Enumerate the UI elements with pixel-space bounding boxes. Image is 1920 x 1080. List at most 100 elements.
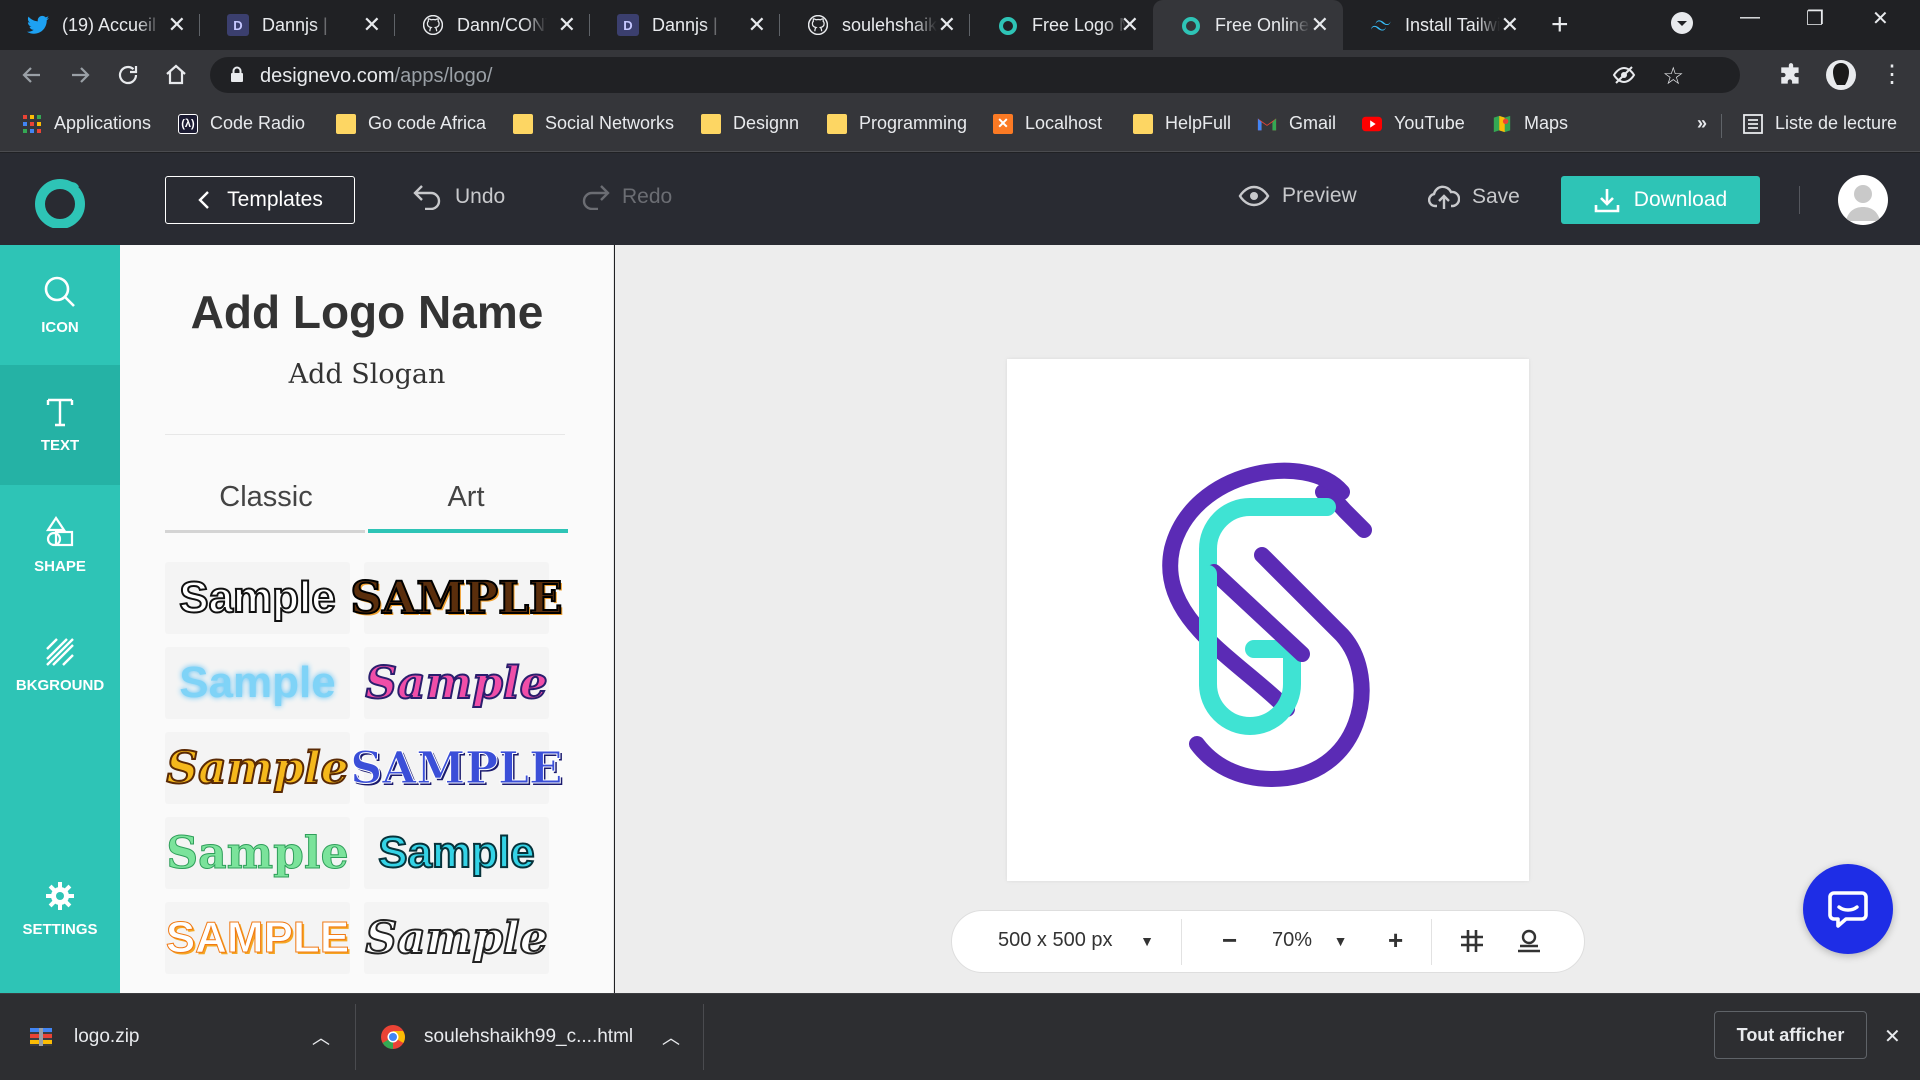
bookmark-item[interactable]: Go code Africa — [336, 113, 486, 134]
bookmark-item[interactable]: Gmail — [1257, 113, 1336, 134]
grid-icon — [1461, 930, 1483, 952]
bookmark-item[interactable]: Applications — [22, 113, 151, 134]
text-style-sample[interactable]: Sample — [165, 562, 350, 634]
bookmark-label: Localhost — [1025, 113, 1103, 133]
browser-tab[interactable]: Dann/CONTRIBUTING ✕ — [395, 0, 590, 50]
new-tab-icon[interactable]: + — [1551, 10, 1569, 40]
add-slogan-button[interactable]: Add Slogan — [120, 359, 614, 390]
browser-tab-active[interactable]: Free Online ✕ — [1153, 0, 1343, 50]
eye-off-icon[interactable] — [1612, 63, 1636, 92]
forward-icon[interactable] — [68, 63, 92, 92]
browser-tab[interactable]: (19) Accueil ✕ — [0, 0, 200, 50]
tab-title: Free Logo Maker — [1032, 14, 1127, 35]
bookmark-item[interactable]: Social Networks — [513, 113, 674, 134]
sidebar-item-icon[interactable]: ICON — [0, 245, 120, 365]
gmail-icon — [1257, 114, 1277, 134]
close-tab-icon[interactable]: ✕ — [1501, 14, 1519, 36]
browser-tab[interactable]: soulehshaikh ✕ — [780, 0, 970, 50]
text-style-sample[interactable]: Sample — [165, 732, 350, 804]
zoom-in-button[interactable]: + — [1388, 925, 1403, 956]
text-style-sample[interactable]: SAMPLE — [349, 562, 564, 634]
folder-icon — [701, 113, 721, 134]
download-button[interactable]: Download — [1561, 176, 1760, 224]
download-item[interactable]: soulehshaikh99_c....html ︿ — [380, 994, 680, 1080]
redo-button[interactable]: Redo — [580, 184, 672, 210]
minimize-icon[interactable]: — — [1740, 6, 1760, 29]
sidebar-item-text[interactable]: TEXT — [0, 365, 120, 485]
address-bar[interactable]: designevo.com/apps/logo/ ☆ — [210, 57, 1740, 93]
bookmark-item[interactable]: Designn — [701, 113, 799, 134]
chat-support-button[interactable] — [1803, 864, 1893, 954]
close-tab-icon[interactable]: ✕ — [1311, 14, 1329, 36]
bookmarks-overflow-button[interactable]: » — [1697, 113, 1707, 134]
canvas-area: 500 x 500 px ▼ − 70% ▼ + — [615, 245, 1920, 993]
zoom-select[interactable]: 70% ▼ — [1272, 929, 1347, 952]
close-tab-icon[interactable]: ✕ — [1121, 14, 1139, 36]
download-item[interactable]: logo.zip ︿ — [28, 994, 330, 1080]
tab-art[interactable]: Art — [366, 481, 566, 514]
close-tab-icon[interactable]: ✕ — [363, 14, 381, 36]
browser-tab[interactable]: D Dannjs | New ✕ — [200, 0, 395, 50]
bookmark-item[interactable]: Programming — [827, 113, 967, 134]
chevron-left-icon — [198, 191, 209, 209]
download-label: Download — [1633, 188, 1728, 211]
text-style-sample[interactable]: SAMPLE — [350, 732, 563, 804]
bookmark-label: YouTube — [1394, 113, 1465, 133]
templates-button[interactable]: Templates — [165, 176, 355, 224]
sidebar-item-label: SHAPE — [34, 557, 86, 575]
close-tab-icon[interactable]: ✕ — [938, 14, 956, 36]
sidebar-item-settings[interactable]: SETTINGS — [0, 849, 120, 969]
logo-graphic[interactable] — [1007, 359, 1529, 881]
bookmark-item[interactable]: Maps — [1492, 113, 1568, 134]
close-tab-icon[interactable]: ✕ — [558, 14, 576, 36]
browser-tab[interactable]: Install Tailwind ✕ — [1343, 0, 1533, 50]
text-style-sample[interactable]: Sample — [165, 647, 350, 719]
bookmark-item[interactable]: HelpFull — [1133, 113, 1231, 134]
text-style-sample[interactable]: SAMPLE — [165, 902, 350, 974]
tab-classic[interactable]: Classic — [166, 481, 366, 514]
restore-icon[interactable]: ❐ — [1806, 6, 1824, 31]
close-tab-icon[interactable]: ✕ — [168, 14, 186, 36]
lock-icon[interactable] — [230, 66, 244, 82]
undo-button[interactable]: Undo — [413, 184, 505, 210]
browser-tab[interactable]: D Dannjs | New ✕ — [590, 0, 780, 50]
back-icon[interactable] — [20, 63, 44, 92]
sidebar-item-background[interactable]: BKGROUND — [0, 605, 120, 725]
close-shelf-icon[interactable]: ✕ — [1884, 1024, 1901, 1049]
bookmark-item[interactable]: (λ) Code Radio — [178, 113, 305, 134]
preview-button[interactable]: Preview — [1238, 184, 1357, 208]
text-style-sample[interactable]: Sample — [364, 817, 549, 889]
window-close-icon[interactable]: ✕ — [1872, 6, 1889, 31]
bookmark-item[interactable]: ✕ Localhost — [993, 113, 1102, 134]
text-style-sample[interactable]: Sample — [364, 902, 549, 974]
sidebar-item-label: BKGROUND — [15, 676, 105, 694]
add-logo-name-button[interactable]: Add Logo Name — [120, 285, 614, 339]
grid-toggle-button[interactable] — [1460, 929, 1484, 959]
save-button[interactable]: Save — [1428, 184, 1520, 210]
canvas-size-select[interactable]: 500 x 500 px ▼ — [998, 929, 1154, 952]
bookmark-star-icon[interactable]: ☆ — [1662, 62, 1684, 91]
home-icon[interactable] — [164, 63, 188, 92]
align-button[interactable] — [1516, 929, 1542, 959]
menu-kebab-icon[interactable]: ⋮ — [1880, 60, 1904, 89]
tab-search-icon[interactable] — [1670, 11, 1694, 41]
text-style-sample[interactable]: Sample — [364, 647, 549, 719]
text-style-sample[interactable]: Sample — [165, 817, 350, 889]
align-bottom-icon — [1518, 929, 1540, 953]
text-panel: Add Logo Name Add Slogan Classic Art Sam… — [120, 245, 614, 993]
bookmark-item[interactable]: YouTube — [1362, 113, 1465, 134]
reload-icon[interactable] — [116, 63, 140, 92]
browser-tab[interactable]: Free Logo Maker ✕ — [970, 0, 1153, 50]
profile-avatar[interactable] — [1826, 60, 1856, 90]
zoom-out-button[interactable]: − — [1222, 925, 1237, 956]
designevo-logo[interactable] — [33, 174, 87, 233]
extensions-icon[interactable] — [1778, 62, 1804, 93]
sidebar-item-shape[interactable]: SHAPE — [0, 485, 120, 605]
chevron-up-icon[interactable]: ︿ — [662, 1024, 680, 1050]
artboard[interactable] — [1007, 359, 1529, 881]
reading-list-button[interactable]: Liste de lecture — [1743, 113, 1897, 134]
chevron-up-icon[interactable]: ︿ — [312, 1024, 330, 1050]
show-all-downloads-button[interactable]: Tout afficher — [1714, 1011, 1867, 1059]
user-avatar[interactable] — [1838, 175, 1888, 225]
close-tab-icon[interactable]: ✕ — [748, 14, 766, 36]
